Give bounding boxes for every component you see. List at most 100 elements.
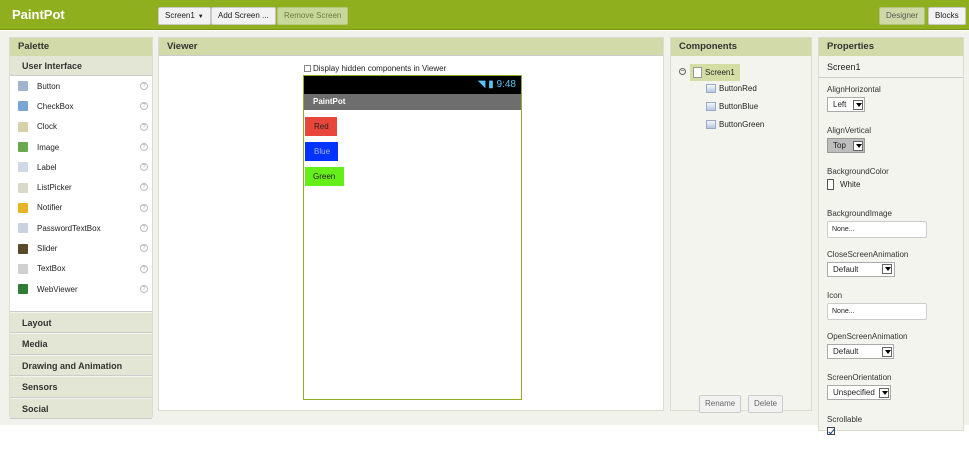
help-icon[interactable]: ?	[140, 142, 148, 151]
tree-item-buttongreen[interactable]: ButtonGreen	[706, 120, 764, 129]
dropdown-arrow-icon	[853, 99, 864, 110]
icon-input[interactable]: None...	[827, 302, 927, 320]
designer-button[interactable]: Designer	[879, 7, 926, 25]
password-textbox-icon	[18, 223, 28, 234]
palette-item-label: Clock	[37, 122, 58, 132]
display-hidden-checkbox[interactable]	[304, 65, 311, 72]
help-icon[interactable]: ?	[140, 264, 148, 273]
palette-item-textbox[interactable]: TextBox?	[10, 259, 152, 279]
remove-screen-button[interactable]: Remove Screen	[277, 7, 349, 25]
preview-button-red[interactable]: Red	[305, 117, 337, 136]
help-icon[interactable]: ?	[140, 183, 148, 192]
palette-category-social[interactable]: Social	[10, 397, 152, 419]
tree-item-label: Screen1	[705, 68, 735, 77]
help-icon[interactable]: ?	[140, 122, 148, 131]
help-icon[interactable]: ?	[140, 244, 148, 253]
image-icon	[18, 142, 28, 153]
prop-label: Scrollable	[827, 414, 863, 424]
property-list: AlignHorizontal Left AlignVertical Top B…	[827, 82, 957, 453]
palette-item-listpicker[interactable]: ListPicker?	[10, 177, 152, 197]
blocks-button[interactable]: Blocks	[928, 7, 966, 25]
textbox-icon	[18, 263, 28, 274]
palette-category-layout[interactable]: Layout	[10, 312, 152, 334]
screen-icon	[693, 67, 702, 78]
palette-category-sensors[interactable]: Sensors	[10, 376, 152, 398]
tree-item-label: ButtonBlue	[719, 102, 759, 111]
background-color-picker[interactable]: White	[827, 179, 957, 191]
prop-close-screen-animation: CloseScreenAnimation Default	[827, 250, 957, 288]
app-logo: PaintPot	[12, 7, 65, 22]
phone-preview: ◥ ▮ 9:48 PaintPot Red Blue Green	[303, 75, 522, 400]
palette-category-drawing-and-animation[interactable]: Drawing and Animation	[10, 354, 152, 377]
palette-item-webviewer[interactable]: WebViewer?	[10, 279, 152, 299]
tree-item-buttonred[interactable]: ButtonRed	[706, 84, 757, 93]
prop-background-color: BackgroundColor White	[827, 167, 957, 205]
dropdown-arrow-icon	[882, 264, 893, 275]
open-animation-select[interactable]: Default	[827, 344, 895, 360]
prop-align-vertical: AlignVertical Top	[827, 126, 957, 164]
screen-orientation-select[interactable]: Unspecified	[827, 385, 891, 401]
signal-icon: ◥	[477, 79, 486, 90]
palette-item-notifier[interactable]: Notifier?	[10, 198, 152, 218]
label-icon	[18, 162, 28, 173]
screen-select-label: Screen1	[165, 11, 195, 20]
battery-icon: ▮	[488, 79, 494, 90]
select-value: Unspecified	[833, 388, 875, 398]
help-icon[interactable]: ?	[140, 224, 148, 233]
help-icon[interactable]: ?	[140, 203, 148, 212]
dropdown-arrow-icon	[878, 387, 889, 398]
prop-background-image: BackgroundImage None...	[827, 209, 957, 247]
button-component-icon	[706, 84, 716, 93]
palette-category-media[interactable]: Media	[10, 333, 152, 355]
palette-item-image[interactable]: Image?	[10, 137, 152, 157]
button-icon	[18, 81, 28, 92]
prop-label: Icon	[827, 290, 843, 300]
add-screen-button[interactable]: Add Screen ...	[211, 7, 276, 25]
palette-item-label[interactable]: Label?	[10, 157, 152, 177]
top-bar: PaintPot Screen1 ▼ Add Screen ... Remove …	[0, 0, 969, 30]
palette-item-clock[interactable]: Clock?	[10, 117, 152, 137]
preview-button-blue[interactable]: Blue	[305, 142, 338, 161]
background-image-input[interactable]: None...	[827, 220, 927, 238]
delete-button[interactable]: Delete	[748, 395, 784, 413]
scrollable-checkbox[interactable]	[827, 426, 835, 435]
palette-item-passwordtextbox[interactable]: PasswordTextBox?	[10, 218, 152, 238]
button-component-icon	[706, 102, 716, 111]
slider-icon	[18, 243, 28, 254]
clock-icon	[18, 121, 28, 132]
align-vertical-select[interactable]: Top	[827, 138, 865, 154]
palette-item-checkbox[interactable]: CheckBox?	[10, 96, 152, 116]
tree-item-label: ButtonGreen	[719, 120, 765, 129]
help-icon[interactable]: ?	[140, 102, 148, 111]
button-component-icon	[706, 120, 716, 129]
palette-item-button[interactable]: Button?	[10, 76, 152, 96]
properties-panel: Properties Screen1 AlignHorizontal Left …	[818, 37, 964, 435]
palette-item-label: CheckBox	[37, 101, 74, 111]
color-swatch	[827, 179, 834, 191]
checkbox-icon	[18, 101, 28, 112]
dropdown-arrow-icon	[852, 140, 863, 151]
close-animation-select[interactable]: Default	[827, 261, 896, 277]
rename-button[interactable]: Rename	[699, 395, 742, 413]
properties-component-name: Screen1	[819, 56, 963, 78]
palette-categories: Layout Media Drawing and Animation Sensors S…	[10, 312, 152, 419]
components-title: Components	[671, 38, 811, 56]
tree-item-screen1[interactable]: Screen1	[690, 64, 740, 81]
notifier-icon	[18, 202, 28, 213]
align-horizontal-select[interactable]: Left	[827, 97, 866, 112]
help-icon[interactable]: ?	[140, 163, 148, 172]
prop-align-horizontal: AlignHorizontal Left	[827, 85, 957, 123]
help-icon[interactable]: ?	[140, 284, 148, 293]
select-value: Default	[833, 264, 859, 274]
palette-section-user-interface[interactable]: User Interface	[10, 56, 152, 76]
display-hidden-option[interactable]: Display hidden components in Viewer	[304, 64, 446, 73]
components-panel: Components − Screen1 ButtonRed ButtonBlue…	[670, 37, 812, 413]
help-icon[interactable]: ?	[140, 82, 148, 90]
collapse-toggle-icon[interactable]: −	[679, 68, 686, 75]
screen-select-button[interactable]: Screen1 ▼	[158, 7, 211, 25]
tree-item-buttonblue[interactable]: ButtonBlue	[706, 102, 758, 111]
preview-button-green[interactable]: Green	[305, 167, 344, 186]
prop-label: BackgroundImage	[827, 208, 892, 218]
display-hidden-label: Display hidden components in Viewer	[313, 64, 447, 73]
palette-item-slider[interactable]: Slider?	[10, 238, 152, 258]
